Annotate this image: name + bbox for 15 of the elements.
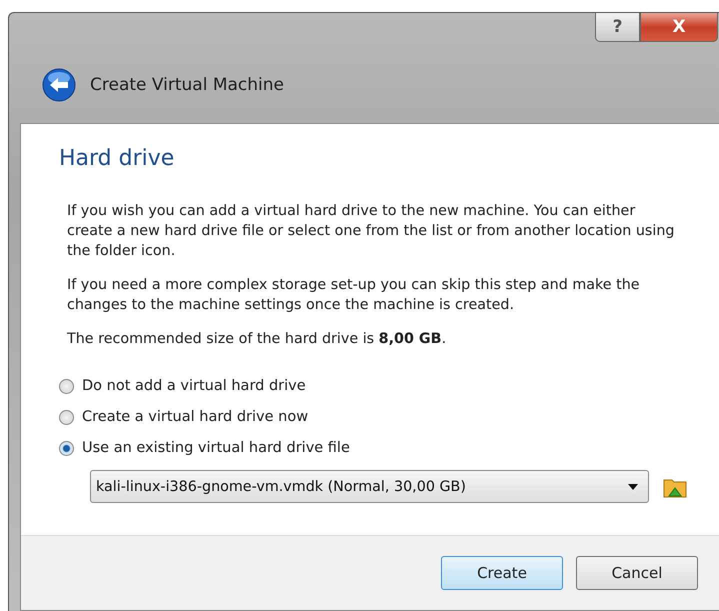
back-icon[interactable] <box>42 68 76 102</box>
description-text: If you wish you can add a virtual hard drive to the new machine. You can either create a new hard drive file or select one from the list or from another location using the folder icon. <box>66 202 676 261</box>
radio-option[interactable]: Use an existing virtual hard drive file <box>59 440 695 456</box>
description-text: If you need a more complex storage set-up you can skip this step and make the changes to the machine settings once the machine is created. <box>66 276 641 315</box>
window-title: Create Virtual Machine <box>90 75 284 95</box>
radio-option[interactable]: Do not add a virtual hard drive <box>59 378 695 394</box>
page-heading: Hard drive <box>59 146 176 171</box>
description-text: The recommended size of the hard drive is 8,00 GB. <box>66 330 448 349</box>
cancel-button[interactable]: Cancel <box>576 556 698 590</box>
create-button[interactable]: Create <box>441 556 563 590</box>
radio-option[interactable]: Create a virtual hard drive now <box>59 409 695 425</box>
help-button[interactable]: ? <box>595 13 640 42</box>
close-button[interactable]: X <box>640 13 718 42</box>
hard-drive-select[interactable]: kali-linux-i386-gnome-vm.vmdk (Normal, 30,00 GB) <box>90 470 649 503</box>
caret-icon <box>628 484 638 490</box>
